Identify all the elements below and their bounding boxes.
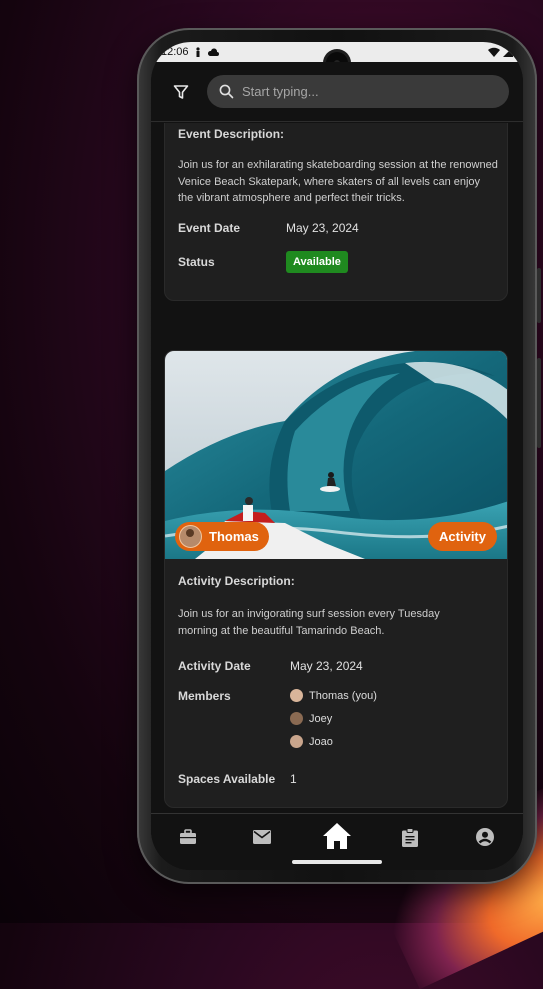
wifi-icon <box>488 47 500 57</box>
volume-button <box>537 268 541 323</box>
nav-tasks[interactable] <box>397 824 423 850</box>
top-bar <box>151 62 523 122</box>
spaces-value: 1 <box>290 772 297 786</box>
status-time: 12:06 <box>161 46 189 58</box>
nav-messages[interactable] <box>249 824 275 850</box>
phone-frame: 12:06 Event Description: Join us for <box>137 28 541 884</box>
person-status-icon <box>195 47 200 57</box>
event-date-label: Event Date <box>178 221 241 235</box>
briefcase-icon <box>180 829 196 844</box>
signal-icon <box>503 47 513 57</box>
filter-icon <box>173 84 189 99</box>
cloud-icon <box>207 48 219 56</box>
host-name: Thomas <box>209 529 259 544</box>
event-date-value: May 23, 2024 <box>286 221 359 235</box>
account-icon <box>476 828 494 846</box>
member-avatar <box>290 735 303 748</box>
activity-description-label: Activity Description: <box>178 574 295 588</box>
spaces-label: Spaces Available <box>178 772 276 786</box>
member-name: Joey <box>309 712 333 725</box>
activity-card[interactable]: Thomas Activity Activity Description: Jo… <box>164 350 508 808</box>
activity-date-value: May 23, 2024 <box>290 659 363 673</box>
home-indicator[interactable] <box>292 860 382 864</box>
spaces-row: Spaces Available 1 <box>178 772 297 786</box>
host-avatar <box>179 525 202 548</box>
members-list: Thomas (you) Joey Joao <box>290 684 377 753</box>
nav-jobs[interactable] <box>175 824 201 850</box>
nav-home[interactable] <box>321 820 353 852</box>
search-icon <box>219 84 234 99</box>
event-card[interactable]: Event Description: Join us for an exhila… <box>164 123 508 301</box>
members-label: Members <box>178 689 231 703</box>
status-row: Status Available <box>178 251 348 273</box>
activity-description: Join us for an invigorating surf session… <box>178 608 440 637</box>
event-description-label: Event Description: <box>178 127 285 141</box>
nav-profile[interactable] <box>472 824 498 850</box>
home-icon <box>323 823 351 849</box>
members-row: Members Thomas (you) Joey Joao <box>178 689 377 753</box>
filter-button[interactable] <box>168 79 194 105</box>
status-badge: Available <box>286 251 348 273</box>
event-date-row: Event Date May 23, 2024 <box>178 221 359 235</box>
member-item[interactable]: Joao <box>290 730 377 753</box>
member-name: Joao <box>309 735 333 748</box>
power-button <box>537 358 541 448</box>
activity-date-row: Activity Date May 23, 2024 <box>178 659 363 673</box>
screen: 12:06 Event Description: Join us for <box>151 42 523 870</box>
member-avatar <box>290 689 303 702</box>
member-item[interactable]: Thomas (you) <box>290 684 377 707</box>
mail-icon <box>253 830 271 844</box>
search-bar[interactable] <box>207 75 509 108</box>
event-description: Join us for an exhilarating skateboardin… <box>178 159 498 204</box>
clipboard-icon <box>402 827 418 847</box>
member-name: Thomas (you) <box>309 689 377 702</box>
status-label: Status <box>178 255 215 269</box>
search-input[interactable] <box>240 83 484 100</box>
feed[interactable]: Event Description: Join us for an exhila… <box>151 123 523 813</box>
bottom-nav <box>151 813 523 870</box>
activity-date-label: Activity Date <box>178 659 251 673</box>
host-badge[interactable]: Thomas <box>175 522 269 551</box>
member-item[interactable]: Joey <box>290 707 377 730</box>
member-avatar <box>290 712 303 725</box>
activity-type-badge: Activity <box>428 522 497 551</box>
